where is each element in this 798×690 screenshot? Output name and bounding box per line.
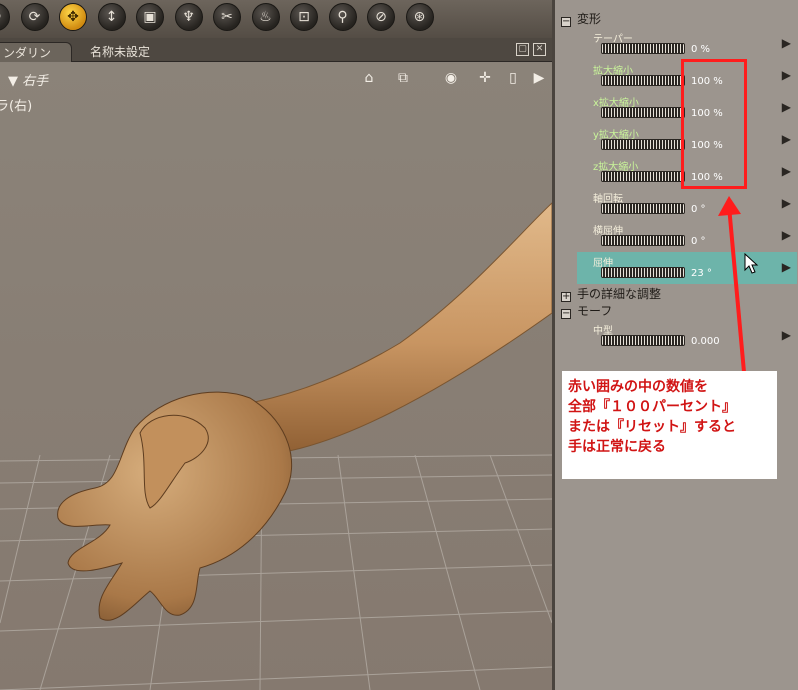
param-dial[interactable] bbox=[601, 75, 685, 86]
parameters-panel: − 変形 テーパー 0 % ▶ 拡大縮小 100 % ▶ x拡大縮小 100 % ▶ y拡大縮小 10… bbox=[552, 0, 798, 690]
editing-tools-toolbar: ↻ ⟳ ✥ ↕ ▣ ♆ ✂ ♨ ⊡ ⚲ ⊘ ⊛ bbox=[0, 0, 552, 38]
group-transform[interactable]: − 変形 bbox=[561, 11, 601, 27]
param-dial[interactable] bbox=[601, 267, 685, 278]
param-dial-row[interactable]: テーパー 0 % ▶ bbox=[577, 28, 797, 60]
highlight-box bbox=[681, 59, 747, 189]
param-menu-arrow-icon[interactable]: ▶ bbox=[782, 196, 791, 210]
translate-icon[interactable]: ✥ bbox=[59, 3, 87, 31]
camera-label: ラ(右) bbox=[0, 99, 33, 114]
maximize-icon[interactable]: ▢ bbox=[516, 43, 529, 56]
param-menu-arrow-icon[interactable]: ▶ bbox=[782, 164, 791, 178]
camera-icon[interactable]: ⌂ bbox=[358, 69, 380, 87]
param-menu-arrow-icon[interactable]: ▶ bbox=[782, 260, 791, 274]
move-xz-icon[interactable]: ✛ bbox=[474, 69, 496, 87]
group-morph[interactable]: − モーフ bbox=[561, 303, 612, 319]
viewport-header: ▼ 右手 ⌂ ⧉ ◉ ✛ ▯ ▶ bbox=[0, 63, 552, 93]
twist-icon[interactable]: ⟳ bbox=[20, 3, 49, 31]
collapse-icon[interactable]: − bbox=[561, 17, 571, 27]
param-value[interactable]: 0 ° bbox=[691, 236, 706, 247]
mouse-cursor-icon bbox=[744, 253, 759, 274]
poser-window: ↻ ⟳ ✥ ↕ ▣ ♆ ✂ ♨ ⊡ ⚲ ⊘ ⊛ ンダリング 名称未設定 ▢ ✕ bbox=[0, 0, 798, 690]
collapse-icon[interactable]: − bbox=[561, 309, 571, 319]
group-morph-label: モーフ bbox=[577, 304, 613, 318]
param-menu-arrow-icon[interactable]: ▶ bbox=[782, 68, 791, 82]
grouping-icon[interactable]: ⊡ bbox=[290, 3, 318, 31]
param-dial[interactable] bbox=[601, 235, 685, 246]
tab-unnamed-document[interactable]: 名称未設定 bbox=[80, 42, 160, 62]
figure-selector[interactable]: ▼ 右手 bbox=[8, 70, 48, 89]
3d-viewport[interactable]: ▼ 右手 ⌂ ⧉ ◉ ✛ ▯ ▶ ラ(右) bbox=[0, 63, 552, 690]
chain-break-icon[interactable]: ✂ bbox=[213, 3, 241, 31]
annotation-note: 赤い囲みの中の数値を 全部『１００パーセント』 または『リセット』すると 手は正… bbox=[562, 371, 777, 479]
view-magnify-icon[interactable]: ⚲ bbox=[328, 3, 357, 31]
annotation-line: 赤い囲みの中の数値を bbox=[568, 379, 708, 395]
rotate-trackball-icon[interactable]: ◉ bbox=[440, 69, 462, 87]
annotation-line: 全部『１００パーセント』 bbox=[568, 399, 736, 415]
param-value[interactable]: 23 ° bbox=[691, 268, 712, 279]
translate-in-out-icon[interactable]: ↕ bbox=[97, 3, 126, 31]
param-dial[interactable] bbox=[601, 203, 685, 214]
param-menu-arrow-icon[interactable]: ▶ bbox=[782, 100, 791, 114]
scene-render bbox=[0, 202, 552, 690]
param-menu-arrow-icon[interactable]: ▶ bbox=[782, 36, 791, 50]
rotate-icon[interactable]: ↻ bbox=[0, 3, 10, 31]
param-dial-row[interactable]: 屈伸 23 ° ▶ bbox=[577, 252, 797, 284]
expand-icon[interactable]: + bbox=[561, 292, 571, 302]
param-dial[interactable] bbox=[601, 107, 685, 118]
tab-rendering[interactable]: ンダリング bbox=[0, 42, 72, 80]
param-dial[interactable] bbox=[601, 139, 685, 150]
param-menu-arrow-icon[interactable]: ▶ bbox=[782, 228, 791, 242]
color-icon[interactable]: ♨ bbox=[251, 3, 280, 31]
document-tab-bar: ンダリング 名称未設定 ▢ ✕ bbox=[0, 38, 552, 80]
param-dial-morph[interactable]: 中型 0.000 ▶ bbox=[577, 320, 797, 352]
param-menu-arrow-icon[interactable]: ▶ bbox=[782, 132, 791, 146]
viewport-menu-arrow-icon[interactable]: ▶ bbox=[528, 69, 550, 87]
direct-manipulation-icon[interactable]: ⊛ bbox=[405, 3, 434, 31]
taper-icon[interactable]: ♆ bbox=[174, 3, 203, 31]
param-value[interactable]: 0 ° bbox=[691, 204, 706, 215]
close-icon[interactable]: ✕ bbox=[533, 43, 546, 56]
group-hand-detail[interactable]: + 手の詳細な調整 bbox=[561, 286, 661, 302]
param-dial-row[interactable]: 軸回転 0 ° ▶ bbox=[577, 188, 797, 220]
param-dial[interactable] bbox=[601, 43, 685, 54]
group-hand-detail-label: 手の詳細な調整 bbox=[577, 287, 662, 301]
param-menu-arrow-icon[interactable]: ▶ bbox=[782, 328, 791, 342]
move-y-icon[interactable]: ▯ bbox=[502, 69, 524, 87]
figure-label: 右手 bbox=[22, 74, 49, 89]
group-transform-label: 変形 bbox=[577, 12, 602, 26]
param-value[interactable]: 0.000 bbox=[691, 336, 720, 347]
param-dial[interactable] bbox=[601, 335, 685, 346]
scale-icon[interactable]: ▣ bbox=[136, 3, 164, 31]
annotation-line: 手は正常に戻る bbox=[568, 439, 666, 455]
camera-move-icon[interactable]: ⧉ bbox=[392, 69, 414, 87]
param-value[interactable]: 0 % bbox=[691, 44, 710, 55]
morph-brush-icon[interactable]: ⊘ bbox=[367, 3, 395, 31]
param-dial-row[interactable]: 横屈伸 0 ° ▶ bbox=[577, 220, 797, 252]
param-dial[interactable] bbox=[601, 171, 685, 182]
annotation-line: または『リセット』すると bbox=[568, 419, 736, 435]
